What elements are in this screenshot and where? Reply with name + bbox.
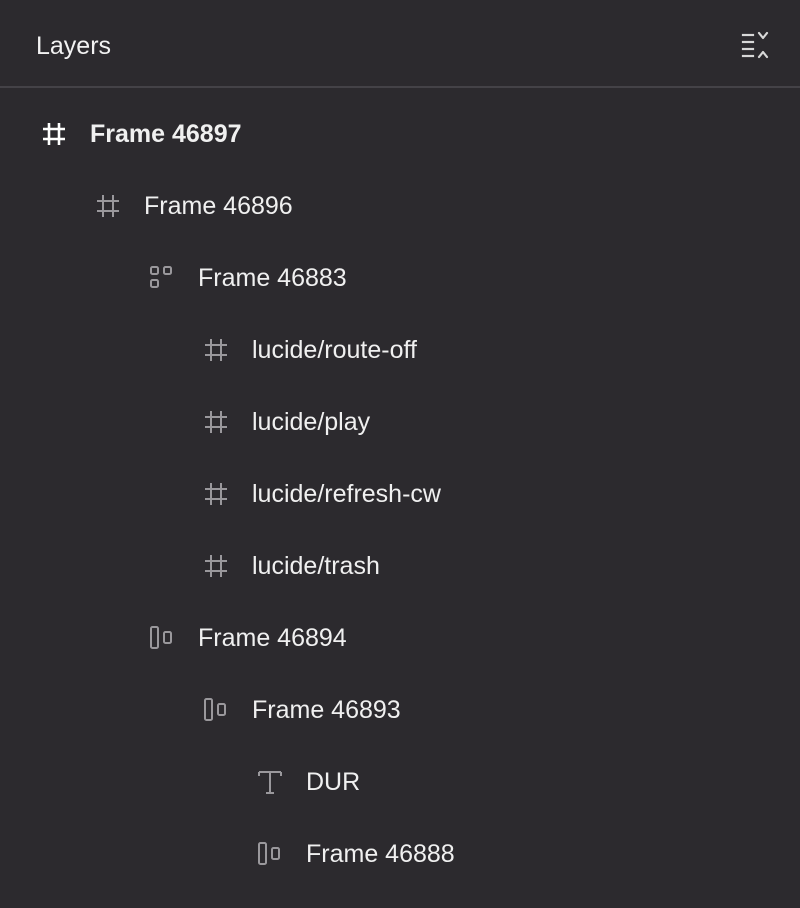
- layer-row[interactable]: lucide/play: [0, 386, 800, 458]
- horizontal-layout-icon: [256, 840, 284, 868]
- frame-icon: [202, 480, 230, 508]
- text-icon: [256, 768, 284, 796]
- collapse-all-icon: [741, 31, 769, 59]
- layer-name: lucide/play: [252, 408, 371, 436]
- collapse-all-button[interactable]: [736, 28, 774, 64]
- horizontal-layout-icon: [202, 696, 230, 724]
- frame-icon: [202, 336, 230, 364]
- panel-title: Layers: [36, 32, 112, 60]
- layers-header: Layers: [0, 0, 800, 88]
- layer-row[interactable]: Frame 46888: [0, 818, 800, 890]
- frame-icon: [40, 120, 68, 148]
- layer-name: Frame 46894: [198, 624, 347, 652]
- layer-row[interactable]: Frame 46893: [0, 674, 800, 746]
- layer-name: Frame 46888: [306, 840, 455, 868]
- layer-row[interactable]: Frame 46883: [0, 242, 800, 314]
- layer-name: Frame 46883: [198, 264, 347, 292]
- frame-icon: [202, 408, 230, 436]
- layer-row[interactable]: Frame 46894: [0, 602, 800, 674]
- layer-name: lucide/route-off: [252, 336, 417, 364]
- layer-row[interactable]: Frame 46897: [0, 98, 800, 170]
- layer-name: Frame 46896: [144, 192, 293, 220]
- layer-row[interactable]: DUR: [0, 746, 800, 818]
- layer-row[interactable]: lucide/trash: [0, 530, 800, 602]
- layer-name: Frame 46893: [252, 696, 401, 724]
- layer-name: lucide/refresh-cw: [252, 480, 441, 508]
- layer-name: lucide/trash: [252, 552, 380, 580]
- layer-row[interactable]: lucide/route-off: [0, 314, 800, 386]
- layer-name: DUR: [306, 768, 361, 796]
- grid-layout-icon: [148, 264, 176, 292]
- layer-name: Frame 46897: [90, 120, 242, 148]
- layer-row[interactable]: Frame 46896: [0, 170, 800, 242]
- horizontal-layout-icon: [148, 624, 176, 652]
- layers-panel: Layers Frame 46897 Frame 46896 Frame 46883…: [0, 0, 800, 908]
- layer-row[interactable]: lucide/refresh-cw: [0, 458, 800, 530]
- frame-icon: [94, 192, 122, 220]
- frame-icon: [202, 552, 230, 580]
